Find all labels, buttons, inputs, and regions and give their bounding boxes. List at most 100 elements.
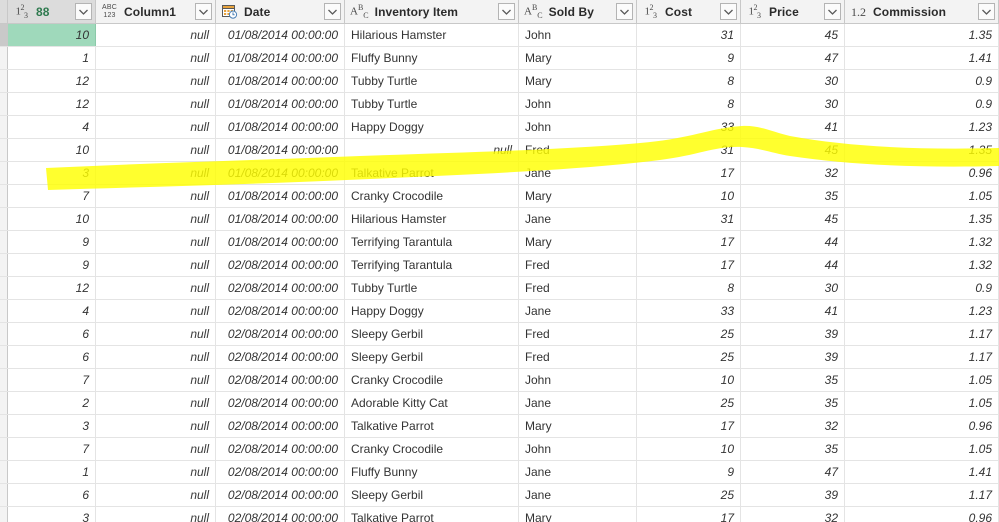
row-selector-gutter[interactable] <box>0 277 8 299</box>
cell-col0[interactable]: 4 <box>8 300 96 322</box>
cell-date[interactable]: 01/08/2014 00:00:00 <box>216 24 345 46</box>
cell-sold_by[interactable]: Mary <box>519 47 637 69</box>
row-selector-gutter[interactable] <box>0 254 8 276</box>
cell-item[interactable]: null <box>345 139 519 161</box>
cell-item[interactable]: Talkative Parrot <box>345 415 519 437</box>
cell-col1[interactable]: null <box>96 47 216 69</box>
cell-commission[interactable]: 0.96 <box>845 507 999 522</box>
column-filter-dropdown-button[interactable] <box>824 3 841 20</box>
cell-sold_by[interactable]: Mary <box>519 231 637 253</box>
cell-cost[interactable]: 17 <box>637 507 741 522</box>
cell-item[interactable]: Cranky Crocodile <box>345 438 519 460</box>
cell-price[interactable]: 41 <box>741 116 845 138</box>
cell-col1[interactable]: null <box>96 346 216 368</box>
cell-sold_by[interactable]: Fred <box>519 323 637 345</box>
cell-col1[interactable]: null <box>96 461 216 483</box>
cell-sold_by[interactable]: John <box>519 116 637 138</box>
cell-item[interactable]: Hilarious Hamster <box>345 24 519 46</box>
cell-item[interactable]: Terrifying Tarantula <box>345 231 519 253</box>
cell-sold_by[interactable]: John <box>519 369 637 391</box>
column-filter-dropdown-button[interactable] <box>498 3 515 20</box>
cell-commission[interactable]: 0.9 <box>845 70 999 92</box>
column-header-sold-by[interactable]: ABC Sold By <box>519 0 637 23</box>
cell-date[interactable]: 01/08/2014 00:00:00 <box>216 93 345 115</box>
cell-sold_by[interactable]: Mary <box>519 185 637 207</box>
cell-commission[interactable]: 1.05 <box>845 392 999 414</box>
cell-price[interactable]: 35 <box>741 438 845 460</box>
cell-item[interactable]: Terrifying Tarantula <box>345 254 519 276</box>
cell-cost[interactable]: 33 <box>637 300 741 322</box>
column-filter-dropdown-button[interactable] <box>324 3 341 20</box>
row-selector-gutter[interactable] <box>0 24 8 46</box>
cell-price[interactable]: 35 <box>741 392 845 414</box>
cell-date[interactable]: 02/08/2014 00:00:00 <box>216 300 345 322</box>
cell-sold_by[interactable]: Mary <box>519 415 637 437</box>
table-row[interactable]: 3 null 02/08/2014 00:00:00 Talkative Parrot… <box>0 415 999 438</box>
column-filter-dropdown-button[interactable] <box>720 3 737 20</box>
cell-col1[interactable]: null <box>96 369 216 391</box>
cell-col1[interactable]: null <box>96 507 216 522</box>
table-row[interactable]: 1 null 01/08/2014 00:00:00 Fluffy Bunny Mary… <box>0 47 999 70</box>
cell-col0[interactable]: 12 <box>8 93 96 115</box>
table-row[interactable]: 12 null 02/08/2014 00:00:00 Tubby Turtle Fre… <box>0 277 999 300</box>
column-header-inventory-item[interactable]: ABC Inventory Item <box>345 0 519 23</box>
cell-date[interactable]: 02/08/2014 00:00:00 <box>216 369 345 391</box>
cell-col0[interactable]: 3 <box>8 162 96 184</box>
cell-price[interactable]: 47 <box>741 47 845 69</box>
cell-col1[interactable]: null <box>96 277 216 299</box>
cell-date[interactable]: 02/08/2014 00:00:00 <box>216 277 345 299</box>
cell-price[interactable]: 44 <box>741 231 845 253</box>
table-row[interactable]: 3 null 01/08/2014 00:00:00 Talkative Parrot… <box>0 162 999 185</box>
column-filter-dropdown-button[interactable] <box>75 3 92 20</box>
cell-sold_by[interactable]: Fred <box>519 139 637 161</box>
table-row[interactable]: 1 null 02/08/2014 00:00:00 Fluffy Bunny Jane… <box>0 461 999 484</box>
cell-col0[interactable]: 12 <box>8 277 96 299</box>
cell-commission[interactable]: 1.32 <box>845 254 999 276</box>
cell-price[interactable]: 39 <box>741 346 845 368</box>
cell-cost[interactable]: 10 <box>637 438 741 460</box>
table-row[interactable]: 3 null 02/08/2014 00:00:00 Talkative Parrot… <box>0 507 999 522</box>
row-selector-gutter[interactable] <box>0 208 8 230</box>
cell-item[interactable]: Tubby Turtle <box>345 93 519 115</box>
table-row[interactable]: 7 null 01/08/2014 00:00:00 Cranky Crocodile… <box>0 185 999 208</box>
cell-cost[interactable]: 25 <box>637 323 741 345</box>
table-row[interactable]: 10 null 01/08/2014 00:00:00 Hilarious Hamst… <box>0 24 999 47</box>
cell-col0[interactable]: 6 <box>8 323 96 345</box>
cell-col0[interactable]: 10 <box>8 24 96 46</box>
cell-col0[interactable]: 10 <box>8 208 96 230</box>
row-selector-gutter[interactable] <box>0 70 8 92</box>
column-filter-dropdown-button[interactable] <box>195 3 212 20</box>
table-row[interactable]: 4 null 01/08/2014 00:00:00 Happy Doggy John 3… <box>0 116 999 139</box>
cell-sold_by[interactable]: John <box>519 93 637 115</box>
cell-price[interactable]: 32 <box>741 162 845 184</box>
cell-sold_by[interactable]: Jane <box>519 484 637 506</box>
cell-col0[interactable]: 6 <box>8 484 96 506</box>
cell-cost[interactable]: 25 <box>637 484 741 506</box>
cell-col0[interactable]: 10 <box>8 139 96 161</box>
row-selector-gutter[interactable] <box>0 369 8 391</box>
cell-commission[interactable]: 1.41 <box>845 47 999 69</box>
cell-col0[interactable]: 7 <box>8 369 96 391</box>
row-selector-gutter[interactable] <box>0 47 8 69</box>
cell-cost[interactable]: 25 <box>637 346 741 368</box>
cell-col1[interactable]: null <box>96 70 216 92</box>
cell-item[interactable]: Sleepy Gerbil <box>345 323 519 345</box>
cell-col1[interactable]: null <box>96 254 216 276</box>
cell-price[interactable]: 45 <box>741 208 845 230</box>
cell-sold_by[interactable]: Mary <box>519 507 637 522</box>
cell-price[interactable]: 44 <box>741 254 845 276</box>
cell-item[interactable]: Tubby Turtle <box>345 70 519 92</box>
column-filter-dropdown-button[interactable] <box>616 3 633 20</box>
cell-price[interactable]: 30 <box>741 277 845 299</box>
cell-col1[interactable]: null <box>96 93 216 115</box>
cell-commission[interactable]: 1.32 <box>845 231 999 253</box>
cell-price[interactable]: 39 <box>741 323 845 345</box>
cell-col1[interactable]: null <box>96 185 216 207</box>
cell-cost[interactable]: 17 <box>637 231 741 253</box>
cell-commission[interactable]: 1.17 <box>845 484 999 506</box>
cell-date[interactable]: 01/08/2014 00:00:00 <box>216 208 345 230</box>
cell-date[interactable]: 02/08/2014 00:00:00 <box>216 392 345 414</box>
cell-sold_by[interactable]: Jane <box>519 392 637 414</box>
cell-date[interactable]: 02/08/2014 00:00:00 <box>216 254 345 276</box>
cell-item[interactable]: Happy Doggy <box>345 116 519 138</box>
